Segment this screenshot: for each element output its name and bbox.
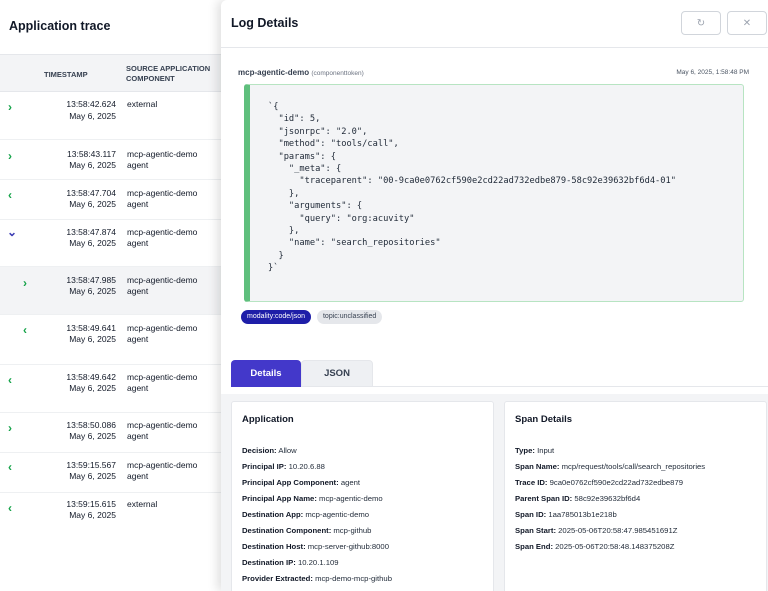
row-source-component: agent xyxy=(127,383,149,393)
row-date: May 6, 2025 xyxy=(69,510,116,520)
table-row[interactable]: › 13:58:50.086 May 6, 2025 mcp-agentic-d… xyxy=(0,413,232,453)
row-source: external xyxy=(127,499,158,509)
field-span-id: Span ID: 1aa785013b1e218b xyxy=(515,510,617,519)
row-date: May 6, 2025 xyxy=(69,199,116,209)
close-icon: ✕ xyxy=(742,17,752,29)
table-row[interactable]: ⌄ 13:58:47.874 May 6, 2025 mcp-agentic-d… xyxy=(0,220,232,267)
row-date: May 6, 2025 xyxy=(69,286,116,296)
log-details-drawer: Log Details ↻ ✕ mcp-agentic-demo (compon… xyxy=(221,0,768,591)
message-header: mcp-agentic-demo (componenttoken) xyxy=(238,68,364,77)
table-row[interactable]: ‹ 13:58:49.641 May 6, 2025 mcp-agentic-d… xyxy=(0,315,232,365)
field-destination-component: Destination Component: mcp-github xyxy=(242,526,372,535)
chevron-left-icon[interactable]: ‹ xyxy=(23,324,27,336)
row-source-component: agent xyxy=(127,286,149,296)
drawer-header: Log Details ↻ ✕ xyxy=(221,0,768,48)
close-button[interactable]: ✕ xyxy=(727,11,767,35)
details-panels: Application Decision: Allow Principal IP… xyxy=(221,394,768,591)
tab-json[interactable]: JSON xyxy=(301,360,373,387)
span-details-card: Span Details Type: Input Span Name: mcp/… xyxy=(504,401,767,591)
detail-tabs: Details JSON xyxy=(231,360,768,387)
span-details-title: Span Details xyxy=(515,414,573,425)
field-principal-ip: Principal IP: 10.20.6.88 xyxy=(242,462,325,471)
table-row[interactable]: ‹ 13:58:47.704 May 6, 2025 mcp-agentic-d… xyxy=(0,180,232,220)
field-span-name: Span Name: mcp/request/tools/call/search… xyxy=(515,462,706,471)
column-header-source[interactable]: SOURCE APPLICATION COMPONENT xyxy=(126,64,221,84)
field-principal-app-name: Principal App Name: mcp-agentic-demo xyxy=(242,494,383,503)
table-row[interactable]: ‹ 13:59:15.567 May 6, 2025 mcp-agentic-d… xyxy=(0,453,232,493)
row-date: May 6, 2025 xyxy=(69,334,116,344)
row-date: May 6, 2025 xyxy=(69,471,116,481)
field-provider-extracted: Provider Extracted: mcp-demo-mcp-github xyxy=(242,574,392,583)
row-source-component: agent xyxy=(127,334,149,344)
field-decision: Decision: Allow xyxy=(242,446,297,455)
tab-details[interactable]: Details xyxy=(231,360,301,387)
code-content: `{ "id": 5, "jsonrpc": "2.0", "method": … xyxy=(268,102,676,274)
row-date: May 6, 2025 xyxy=(69,431,116,441)
field-span-end: Span End: 2025-05-06T20:58:48.148375208Z xyxy=(515,542,675,551)
code-block: `{ "id": 5, "jsonrpc": "2.0", "method": … xyxy=(244,84,744,302)
column-header-timestamp[interactable]: TIMESTAMP xyxy=(44,70,88,80)
row-source-component: agent xyxy=(127,238,149,248)
chevron-right-icon[interactable]: › xyxy=(8,422,12,434)
chevron-right-icon[interactable]: › xyxy=(8,101,12,113)
chevron-right-icon[interactable]: › xyxy=(23,277,27,289)
chevron-right-icon[interactable]: › xyxy=(8,150,12,162)
chevron-down-icon[interactable]: ⌄ xyxy=(7,226,17,238)
tag-modality[interactable]: modality:code/json xyxy=(241,310,311,324)
field-parent-span-id: Parent Span ID: 58c92e39632bf6d4 xyxy=(515,494,641,503)
row-source-component: agent xyxy=(127,199,149,209)
row-time: 13:58:42.624 xyxy=(66,99,116,109)
trace-table-header: TIMESTAMP SOURCE APPLICATION COMPONENT xyxy=(0,54,232,92)
message-component: mcp-agentic-demo xyxy=(238,68,310,77)
chevron-left-icon[interactable]: ‹ xyxy=(8,461,12,473)
table-row[interactable]: ‹ 13:59:15.615 May 6, 2025 external xyxy=(0,493,232,533)
drawer-title: Log Details xyxy=(231,16,299,30)
refresh-icon: ↻ xyxy=(696,17,706,29)
tag-topic[interactable]: topic:unclassified xyxy=(316,310,383,324)
application-card: Application Decision: Allow Principal IP… xyxy=(231,401,494,591)
field-principal-app-component: Principal App Component: agent xyxy=(242,478,361,487)
table-row[interactable]: › 13:58:42.624 May 6, 2025 external xyxy=(0,92,232,140)
chevron-left-icon[interactable]: ‹ xyxy=(8,189,12,201)
table-row-selected[interactable]: › 13:58:47.985 May 6, 2025 mcp-agentic-d… xyxy=(0,267,232,315)
message-component-sub: (componenttoken) xyxy=(311,70,364,77)
row-source: external xyxy=(127,99,158,109)
refresh-button[interactable]: ↻ xyxy=(681,11,721,35)
chevron-left-icon[interactable]: ‹ xyxy=(8,374,12,386)
field-span-start: Span Start: 2025-05-06T20:58:47.98545169… xyxy=(515,526,678,535)
row-source-component: agent xyxy=(127,471,149,481)
field-destination-app: Destination App: mcp-agentic-demo xyxy=(242,510,370,519)
row-date: May 6, 2025 xyxy=(69,111,116,121)
field-trace-id: Trace ID: 9ca0e0762cf590e2cd22ad732edbe8… xyxy=(515,478,684,487)
row-source-component: agent xyxy=(127,431,149,441)
row-source-component: agent xyxy=(127,160,149,170)
trace-title: Application trace xyxy=(9,19,111,33)
field-type: Type: Input xyxy=(515,446,555,455)
row-date: May 6, 2025 xyxy=(69,238,116,248)
row-date: May 6, 2025 xyxy=(69,383,116,393)
application-title: Application xyxy=(242,414,294,425)
row-date: May 6, 2025 xyxy=(69,160,116,170)
field-destination-host: Destination Host: mcp-server-github:8000 xyxy=(242,542,389,551)
table-row[interactable]: › 13:58:43.117 May 6, 2025 mcp-agentic-d… xyxy=(0,140,232,180)
message-time: May 6, 2025, 1:58:48 PM xyxy=(676,69,749,76)
chevron-left-icon[interactable]: ‹ xyxy=(8,502,12,514)
field-destination-ip: Destination IP: 10.20.1.109 xyxy=(242,558,339,567)
table-row[interactable]: ‹ 13:58:49.642 May 6, 2025 mcp-agentic-d… xyxy=(0,365,232,413)
tag-list: modality:code/json topic:unclassified xyxy=(241,310,383,324)
trace-panel: Application trace TIMESTAMP SOURCE APPLI… xyxy=(0,0,232,591)
